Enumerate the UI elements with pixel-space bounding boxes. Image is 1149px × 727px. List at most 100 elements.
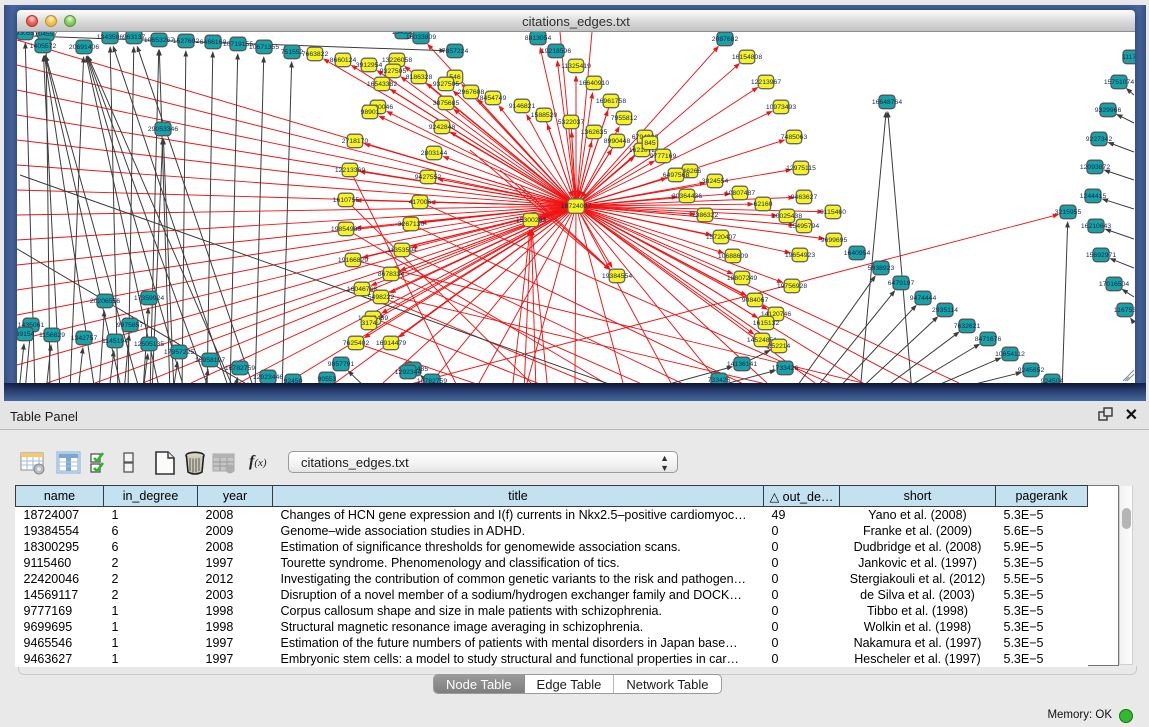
svg-text:10653267: 10653267 [144,37,174,44]
svg-text:15495794: 15495794 [789,223,819,230]
svg-text:2087682: 2087682 [712,36,739,43]
svg-text:963137: 963137 [123,34,146,41]
svg-text:1343506: 1343506 [97,34,124,41]
svg-text:6497568: 6497568 [663,172,690,179]
svg-text:8660124: 8660124 [330,57,357,64]
svg-text:3912954: 3912954 [356,62,383,69]
svg-text:7663822: 7663822 [302,51,329,58]
svg-text:8186328: 8186328 [406,74,433,81]
svg-text:9463627: 9463627 [791,194,818,201]
svg-text:1640954: 1640954 [844,250,871,257]
svg-text:7386322: 7386322 [692,212,719,219]
svg-text:29053346: 29053346 [148,126,178,133]
svg-text:14136141: 14136141 [727,361,757,368]
svg-text:12213967: 12213967 [751,79,781,86]
svg-text:13226058: 13226058 [382,57,412,64]
svg-text:11325419: 11325419 [561,63,591,70]
svg-text:15300233: 15300233 [516,217,546,224]
svg-text:7632621: 7632621 [954,323,981,330]
svg-text:11173: 11173 [1122,54,1135,61]
svg-text:9329966: 9329966 [1095,107,1122,114]
svg-text:1588520: 1588520 [531,112,558,119]
svg-text:6479197: 6479197 [888,280,915,287]
svg-text:8454749: 8454749 [480,95,507,102]
svg-text:19654923: 19654923 [785,252,815,259]
svg-text:16046768: 16046768 [347,286,377,293]
svg-text:19218596: 19218596 [541,48,571,55]
svg-text:1733426: 1733426 [772,365,799,372]
svg-text:9327505: 9327505 [433,81,460,88]
svg-text:1610755: 1610755 [333,197,360,204]
svg-text:1156829: 1156829 [39,332,65,339]
svg-text:9777169: 9777169 [650,153,677,160]
svg-text:9427552: 9427552 [415,174,442,181]
svg-text:18724007: 18724007 [561,203,591,210]
svg-text:12923446: 12923446 [253,374,283,381]
svg-text:16648764: 16648764 [872,99,902,106]
svg-text:733426: 733426 [708,377,731,383]
svg-text:16210643: 16210643 [1081,223,1111,230]
svg-text:20206556: 20206556 [90,298,120,305]
svg-text:1342757: 1342757 [71,335,98,342]
svg-text:92450: 92450 [284,378,303,383]
svg-text:10782759: 10782759 [417,378,447,383]
svg-text:17359924: 17359924 [134,295,164,302]
svg-text:8990448: 8990448 [604,138,631,145]
svg-text:3824554: 3824554 [702,178,729,185]
svg-text:3215955: 3215955 [1055,209,1082,216]
svg-text:17016504: 17016504 [1099,281,1129,288]
svg-text:9857791: 9857791 [328,361,355,368]
svg-text:7485063: 7485063 [781,134,808,141]
svg-text:116753: 116753 [1114,307,1135,314]
svg-text:19756928: 19756928 [777,283,807,290]
svg-text:16914479: 16914479 [376,340,406,347]
svg-text:5322037: 5322037 [558,119,585,126]
svg-text:39154: 39154 [17,331,35,338]
svg-text:3267130: 3267130 [398,221,425,228]
svg-text:417006: 417006 [409,199,432,206]
svg-text:1145194: 1145194 [102,338,128,345]
svg-text:924504: 924504 [1041,378,1064,383]
svg-text:20364436: 20364436 [672,193,702,200]
svg-text:1527602: 1527602 [173,38,200,45]
svg-text:10973493: 10973493 [766,104,796,111]
svg-text:7955812: 7955812 [611,115,638,122]
svg-text:2718170: 2718170 [342,138,369,145]
svg-text:252214: 252214 [768,343,791,350]
svg-text:9975857: 9975857 [117,322,144,329]
svg-text:9146821: 9146821 [509,103,536,110]
svg-text:9699695: 9699695 [821,237,848,244]
svg-text:1292344: 1292344 [395,369,422,376]
svg-text:19854985: 19854985 [331,226,361,233]
svg-text:10688609: 10688609 [718,253,748,260]
svg-text:3174: 3174 [361,320,376,327]
svg-text:20691406: 20691406 [69,44,99,51]
svg-text:17957225: 17957225 [164,349,194,356]
svg-text:16961758: 16961758 [596,98,626,105]
svg-text:8471676: 8471676 [975,336,1002,343]
svg-text:9242848: 9242848 [429,124,456,131]
svg-text:16640910: 16640910 [579,80,609,87]
svg-text:18807249: 18807249 [727,275,757,282]
svg-text:15720407: 15720407 [706,234,736,241]
svg-text:751552: 751552 [281,49,304,56]
svg-text:845: 845 [644,140,656,147]
svg-text:1244415: 1244415 [1080,193,1107,200]
svg-text:8813054: 8813054 [525,35,552,42]
svg-text:9474444: 9474444 [910,295,937,302]
svg-text:9245652: 9245652 [1018,367,1045,374]
svg-text:3875685: 3875685 [433,100,460,107]
svg-text:12093872: 12093872 [1080,164,1110,171]
svg-text:10671355: 10671355 [249,44,279,51]
svg-text:9115460: 9115460 [820,209,846,216]
svg-text:12505135: 12505135 [134,341,164,348]
svg-text:2803144: 2803144 [421,150,448,157]
svg-text:19384554: 19384554 [602,273,632,280]
svg-text:62160: 62160 [754,201,773,208]
svg-text:5498222: 5498222 [368,294,395,301]
svg-text:16033809: 16033809 [406,34,436,41]
svg-text:11353594: 11353594 [387,247,417,254]
svg-text:9084067: 9084067 [742,297,769,304]
svg-text:10654112: 10654112 [995,351,1025,358]
svg-text:90553: 90553 [318,376,337,383]
